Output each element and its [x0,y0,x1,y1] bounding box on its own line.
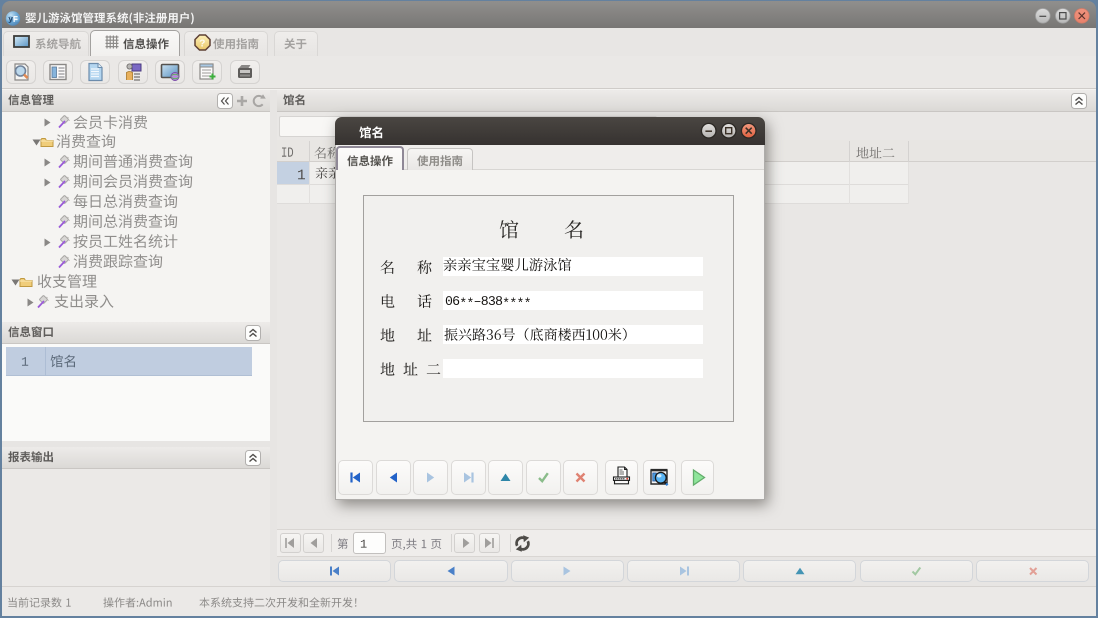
svg-text:F: F [13,15,18,24]
svg-text:?: ? [199,39,205,50]
